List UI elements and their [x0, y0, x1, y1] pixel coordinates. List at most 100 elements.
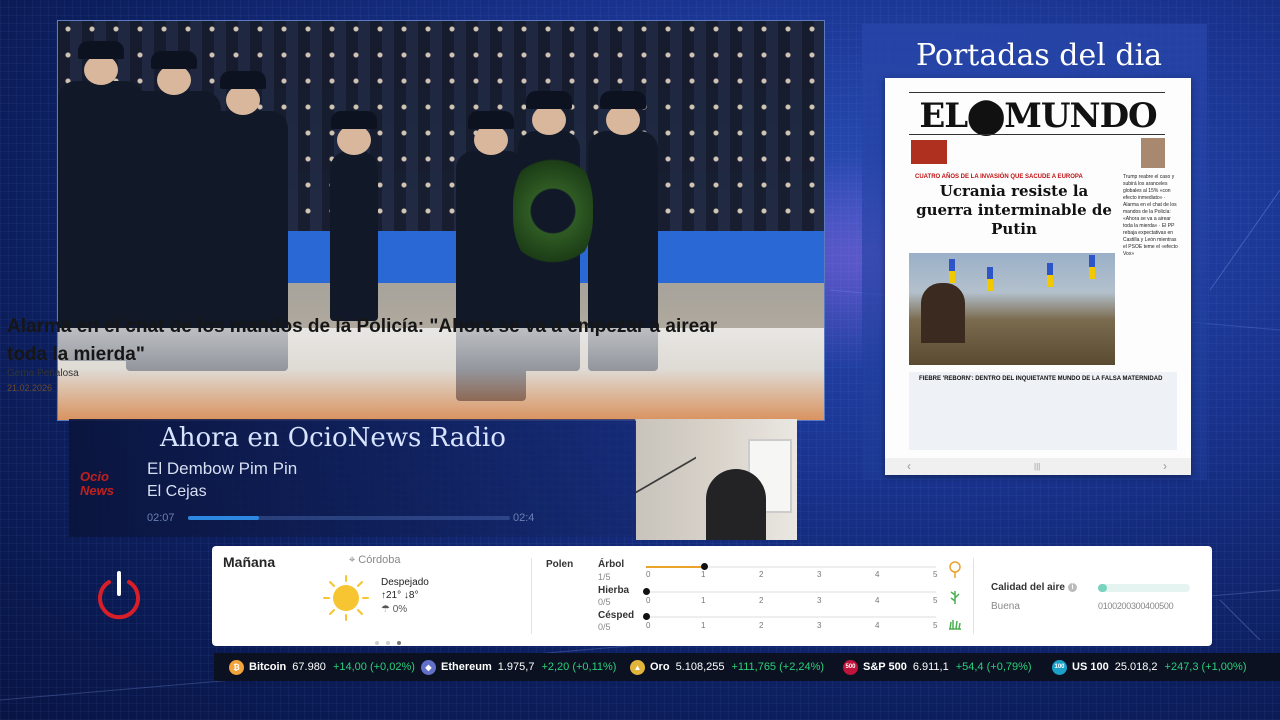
radio-progress-bar[interactable]: [188, 516, 510, 520]
newspaper-rule: [909, 92, 1165, 93]
ticker-item-sp500[interactable]: 500 S&P 500 6.911,1 +54,4 (+0,79%): [843, 653, 1032, 681]
news-photo-officer: [330, 111, 378, 321]
scale-tick: 4: [875, 621, 880, 630]
power-icon[interactable]: [94, 570, 144, 620]
scale-tick: 2: [759, 570, 764, 579]
temp-max: 21°: [386, 590, 402, 601]
scale-tick: 5: [933, 570, 938, 579]
pagination-dot[interactable]: [386, 641, 390, 645]
info-icon[interactable]: i: [1067, 582, 1077, 592]
air-quality-scale: 0100200300400500: [1098, 601, 1174, 611]
air-quality-fill: [1098, 584, 1108, 592]
ticker-item-gold[interactable]: ▲ Oro 5.108,255 +111,765 (+2,24%): [630, 653, 824, 681]
news-photo-wreath: [513, 151, 593, 271]
webcam-person: [706, 469, 766, 540]
ticker-item-bitcoin[interactable]: ₿ Bitcoin 67.980 +14,00 (+0,02%): [229, 653, 415, 681]
tree-icon: [949, 561, 961, 578]
sp500-icon: 500: [843, 659, 858, 675]
scale-tick: 4: [875, 596, 880, 605]
newspaper-bottom-section: [909, 372, 1177, 450]
news-author: Gema Peñalosa: [7, 368, 79, 379]
air-quality-label-text: Calidad del aire: [991, 582, 1065, 593]
pagination-dot[interactable]: [375, 641, 379, 645]
polen-track-cesped: [643, 613, 936, 620]
location-pin-icon: ⌖: [349, 554, 356, 566]
weather-temperatures: ↑21° ↓8°: [381, 590, 418, 601]
ticker-change: +54,4 (+0,79%): [955, 661, 1032, 673]
newspaper-photo: [909, 253, 1115, 365]
rain-probability: 0%: [392, 604, 408, 615]
pagination-dot-active[interactable]: [397, 641, 401, 645]
ticker-item-ethereum[interactable]: ◆ Ethereum 1.975,7 +2,20 (+0,11%): [421, 653, 616, 681]
ticker-name: Oro: [650, 661, 670, 673]
news-headline[interactable]: Alarma en el chat de los mandos de la Po…: [7, 313, 759, 369]
ticker-price: 6.911,1: [912, 661, 949, 673]
newspaper-thumb: [911, 140, 947, 164]
air-quality-label: Calidad del aire i: [991, 582, 1077, 593]
us100-icon: 100: [1052, 659, 1067, 675]
ticker-name: Bitcoin: [249, 661, 287, 673]
polen-fill: [646, 566, 704, 568]
newspaper-prev-button[interactable]: ‹: [907, 459, 911, 473]
newspaper-next-button[interactable]: ›: [1163, 459, 1167, 473]
news-date: 21.02.2026: [7, 383, 53, 393]
flag-shape: [1089, 255, 1095, 279]
temp-min: 8°: [408, 590, 419, 601]
sun-icon: [323, 575, 369, 621]
scale-tick: 4: [875, 570, 880, 579]
weather-pagination[interactable]: [375, 632, 408, 650]
bitcoin-icon: ₿: [229, 659, 244, 675]
polen-value-cesped: 0/5: [598, 622, 611, 632]
newspaper-side-column: Trump reabre el caso y subirá los arance…: [1123, 174, 1178, 257]
flag-shape: [987, 267, 993, 291]
air-quality-bar: [1098, 584, 1190, 592]
webcam-feed: [636, 419, 797, 540]
polen-marker: [701, 563, 708, 570]
newspaper-logo: EL⬤MUNDO: [919, 96, 1157, 136]
weather-rain: ☂ 0%: [381, 604, 407, 615]
polen-value-arbol: 1/5: [598, 572, 611, 582]
weather-location-text: Córdoba: [358, 554, 401, 566]
webcam-stairs: [636, 456, 696, 540]
polen-track-hierba: [643, 588, 936, 595]
newspaper-kicker: CUATRO AÑOS DE LA INVASIÓN QUE SACUDE A …: [915, 174, 1083, 180]
radio-artist: El Cejas: [147, 483, 207, 500]
polen-label: Polen: [546, 559, 574, 570]
market-ticker: ₿ Bitcoin 67.980 +14,00 (+0,02%) ◆ Ethereum 1…: [214, 653, 1280, 681]
ticker-name: S&P 500: [863, 661, 907, 673]
polen-marker: [643, 613, 650, 620]
ticker-change: +2,20 (+0,11%): [541, 661, 617, 673]
radio-song-title: El Dembow Pim Pin: [147, 459, 298, 478]
newspaper-thumb: [1141, 138, 1165, 168]
newspaper-cover[interactable]: EL⬤MUNDO CUATRO AÑOS DE LA INVASIÓN QUE …: [885, 78, 1191, 475]
newspaper-nav: ‹ ||| ›: [885, 458, 1191, 475]
newspaper-headline: Ucrania resiste la guerra interminable d…: [916, 182, 1112, 238]
ticker-change: +247,3 (+1,00%): [1164, 661, 1247, 673]
radio-heading: Ahora en OcioNews Radio: [160, 423, 506, 453]
radio-time-total: 02:4: [513, 512, 535, 524]
radio-progress-fill: [188, 516, 259, 520]
radio-time-elapsed: 02:07: [147, 512, 175, 524]
umbrella-icon: ☂: [381, 604, 390, 615]
scale-tick: 5: [933, 621, 938, 630]
radio-logo: Ocio News: [80, 469, 114, 498]
weather-location: ⌖ Córdoba: [349, 554, 400, 567]
polen-value-hierba: 0/5: [598, 597, 611, 607]
newspaper-rule: [909, 134, 1165, 135]
scale-tick: 3: [817, 570, 822, 579]
scale-tick: 0: [646, 570, 651, 579]
polen-name-hierba: Hierba: [598, 585, 630, 596]
scale-tick: 5: [933, 596, 938, 605]
scale-tick: 0: [646, 621, 651, 630]
ethereum-icon: ◆: [421, 659, 436, 675]
ticker-item-us100[interactable]: 100 US 100 25.018,2 +247,3 (+1,00%): [1052, 653, 1246, 681]
ticker-name: US 100: [1072, 661, 1109, 673]
newspaper-bottom-headline: FIEBRE 'REBORN': DENTRO DEL INQUIETANTE …: [919, 376, 1163, 382]
scale-tick: 3: [817, 596, 822, 605]
scale-tick: 3: [817, 621, 822, 630]
air-quality-value: Buena: [991, 601, 1020, 612]
ticker-price: 1.975,7: [497, 661, 535, 673]
gold-icon: ▲: [630, 659, 645, 675]
scale-tick: 2: [759, 596, 764, 605]
flag-shape: [1047, 263, 1053, 287]
